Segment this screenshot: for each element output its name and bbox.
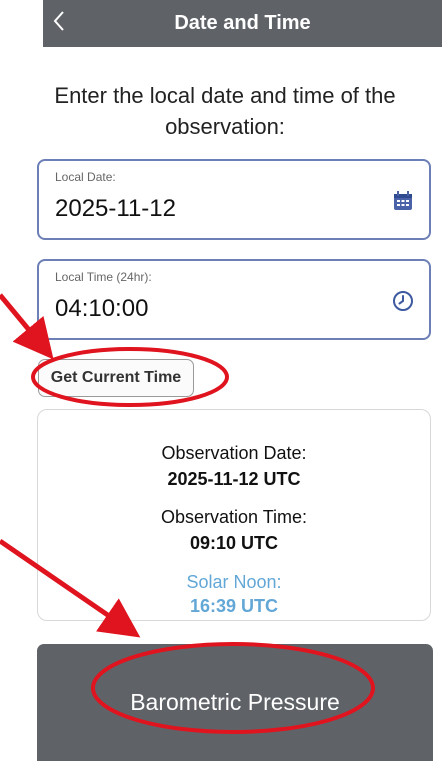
top-bar: Date and Time [43, 0, 442, 47]
page-title: Date and Time [174, 12, 311, 34]
clock-icon[interactable] [391, 289, 415, 313]
instruction-text: Enter the local date and time of the obs… [54, 83, 396, 139]
observation-summary-card: Observation Date: 2025-11-12 UTC Observa… [37, 409, 431, 621]
local-date-label: Local Date: [55, 170, 116, 184]
get-current-time-button[interactable]: Get Current Time [38, 359, 194, 397]
calendar-icon[interactable] [391, 189, 415, 213]
observation-date-value: 2025-11-12 UTC [167, 469, 301, 489]
observation-date-label: Observation Date: [161, 443, 307, 463]
local-date-value[interactable]: 2025-11-12 [55, 195, 176, 223]
local-date-field[interactable]: Local Date: 2025-11-12 [37, 159, 431, 240]
local-time-value[interactable]: 04:10:00 [55, 295, 148, 323]
solar-noon-value: 16:39 UTC [189, 596, 279, 616]
local-time-label: Local Time (24hr): [55, 270, 152, 284]
solar-noon-label: Solar Noon: [186, 572, 282, 592]
observation-time-label: Observation Time: [160, 507, 308, 527]
local-time-field[interactable]: Local Time (24hr): 04:10:00 [37, 259, 431, 340]
observation-time-value: 09:10 UTC [189, 533, 279, 553]
barometric-pressure-button[interactable]: Barometric Pressure [37, 644, 433, 761]
